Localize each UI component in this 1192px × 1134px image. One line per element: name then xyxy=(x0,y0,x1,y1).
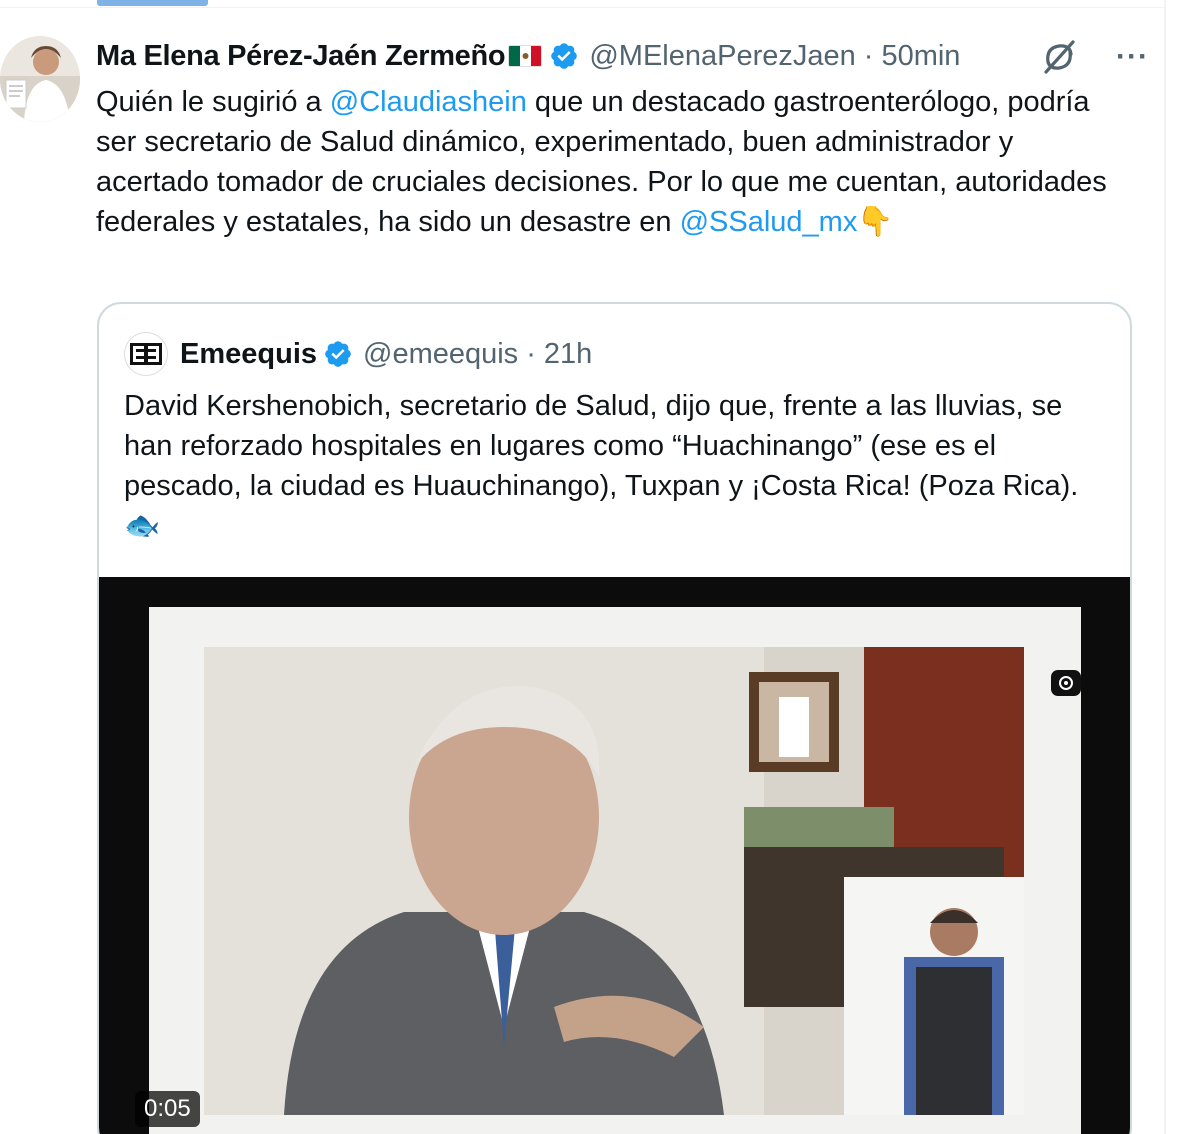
author-handle[interactable]: @MElenaPerezJaen xyxy=(589,40,855,73)
avatar[interactable] xyxy=(0,36,80,122)
quoted-handle[interactable]: @emeequis xyxy=(363,338,518,371)
tweet-text-part: Quién le sugirió a xyxy=(96,86,330,118)
quoted-avatar[interactable] xyxy=(124,332,168,376)
video-thumbnail xyxy=(204,647,1024,1115)
pointing-down-emoji: 👇 xyxy=(857,206,894,238)
tweet-text: Quién le sugirió a @Claudiashein que un … xyxy=(96,82,1126,242)
more-options-icon[interactable]: ··· xyxy=(1116,42,1149,72)
fish-emoji: 🐟 xyxy=(124,510,161,542)
column-border xyxy=(1164,0,1166,1134)
active-tab-indicator xyxy=(97,0,208,6)
quoted-display-name[interactable]: Emeequis xyxy=(180,338,317,371)
tweet-header: Ma Elena Pérez-Jaén Zermeño @MElenaPerez… xyxy=(96,36,960,76)
mention-link[interactable]: @Claudiashein xyxy=(330,86,527,118)
mexico-flag-icon xyxy=(508,45,543,67)
quoted-text-body: David Kershenobich, secretario de Salud,… xyxy=(124,390,1079,502)
quoted-tweet-header: Emeequis @emeequis · 21h xyxy=(124,332,592,376)
quoted-tweet-text: David Kershenobich, secretario de Salud,… xyxy=(124,386,1104,546)
video-player[interactable]: 0:05 xyxy=(99,577,1130,1134)
mention-link[interactable]: @SSalud_mx xyxy=(680,206,858,238)
tweet[interactable]: Ma Elena Pérez-Jaén Zermeño @MElenaPerez… xyxy=(0,8,1164,1134)
header-actions: ··· xyxy=(1040,38,1149,76)
author-display-name[interactable]: Ma Elena Pérez-Jaén Zermeño xyxy=(96,40,506,73)
video-duration: 0:05 xyxy=(135,1091,200,1127)
emeequis-logo-icon xyxy=(130,343,162,365)
video-source-badge-icon xyxy=(1051,670,1081,696)
meta-separator: · xyxy=(863,39,874,72)
quoted-tweet[interactable]: Emeequis @emeequis · 21h David Kershenob… xyxy=(97,302,1132,1134)
quoted-timestamp[interactable]: 21h xyxy=(544,338,592,371)
grok-icon[interactable] xyxy=(1040,38,1078,76)
verified-badge-icon xyxy=(325,341,351,367)
video-frame xyxy=(149,607,1081,1134)
tweet-timestamp[interactable]: 50min xyxy=(881,40,960,73)
verified-badge-icon xyxy=(551,43,578,69)
meta-separator: · xyxy=(526,337,536,370)
